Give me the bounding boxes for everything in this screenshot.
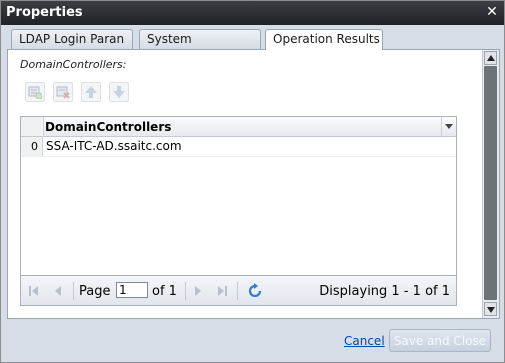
section-label: DomainControllers: [20, 58, 127, 71]
pager-separator [237, 282, 238, 300]
delete-row-icon [56, 86, 70, 99]
next-page-icon[interactable] [191, 284, 205, 298]
tab-system[interactable]: System [139, 29, 261, 49]
add-row-icon [28, 86, 42, 99]
pager-separator [73, 282, 74, 300]
properties-dialog: Properties ✕ LDAP Login Paran System Ope… [0, 0, 505, 363]
add-row-button[interactable] [25, 82, 45, 102]
close-icon[interactable]: ✕ [484, 3, 500, 21]
arrow-up-icon [487, 55, 495, 61]
column-header-domaincontrollers[interactable]: DomainControllers [45, 120, 171, 134]
row-number-header [21, 117, 44, 136]
pagination-bar: Page of 1 Displaying 1 - 1 of 1 [20, 276, 457, 306]
cancel-link[interactable]: Cancel [344, 334, 385, 348]
chevron-down-icon [445, 124, 453, 129]
delete-row-button[interactable] [53, 82, 73, 102]
refresh-icon[interactable] [247, 283, 261, 297]
column-menu-button[interactable] [441, 117, 456, 136]
title-bar[interactable]: Properties ✕ [1, 1, 504, 25]
tab-ldap-login[interactable]: LDAP Login Paran [11, 29, 133, 49]
tab-label: LDAP Login Paran [19, 32, 125, 46]
page-label: Page [79, 284, 111, 299]
move-down-button[interactable] [109, 82, 129, 102]
display-count-text: Displaying 1 - 1 of 1 [319, 284, 450, 299]
first-page-icon[interactable] [27, 284, 41, 298]
table-row[interactable]: 0 SSA-ITC-AD.ssaitc.com [21, 137, 456, 157]
tab-label: System [147, 32, 192, 46]
move-up-icon [85, 86, 97, 98]
tab-label: Operation Results [273, 32, 380, 46]
row-number: 0 [21, 137, 43, 156]
previous-page-icon[interactable] [51, 284, 65, 298]
move-up-button[interactable] [81, 82, 101, 102]
page-number-input[interactable] [116, 282, 148, 298]
pager-separator [185, 282, 186, 300]
vertical-scrollbar[interactable] [482, 50, 499, 318]
grid-header: DomainControllers [21, 117, 456, 137]
last-page-icon[interactable] [215, 284, 229, 298]
scroll-down-button[interactable] [484, 302, 497, 316]
domain-controllers-grid: DomainControllers 0 SSA-ITC-AD.ssaitc.co… [20, 116, 457, 276]
window-title: Properties [6, 5, 83, 20]
page-total-label: of 1 [152, 284, 177, 299]
arrow-down-icon [487, 307, 495, 313]
table-cell[interactable]: SSA-ITC-AD.ssaitc.com [46, 137, 182, 156]
tab-strip: LDAP Login Paran System Operation Result… [7, 25, 499, 50]
move-down-icon [113, 86, 125, 98]
tab-operation-results[interactable]: Operation Results [265, 29, 383, 50]
tab-panel: DomainControllers: DomainControllers 0 S… [7, 49, 500, 319]
save-and-close-button[interactable]: Save and Close [389, 329, 491, 352]
scroll-up-button[interactable] [484, 51, 497, 65]
scrollbar-thumb[interactable] [484, 66, 497, 300]
